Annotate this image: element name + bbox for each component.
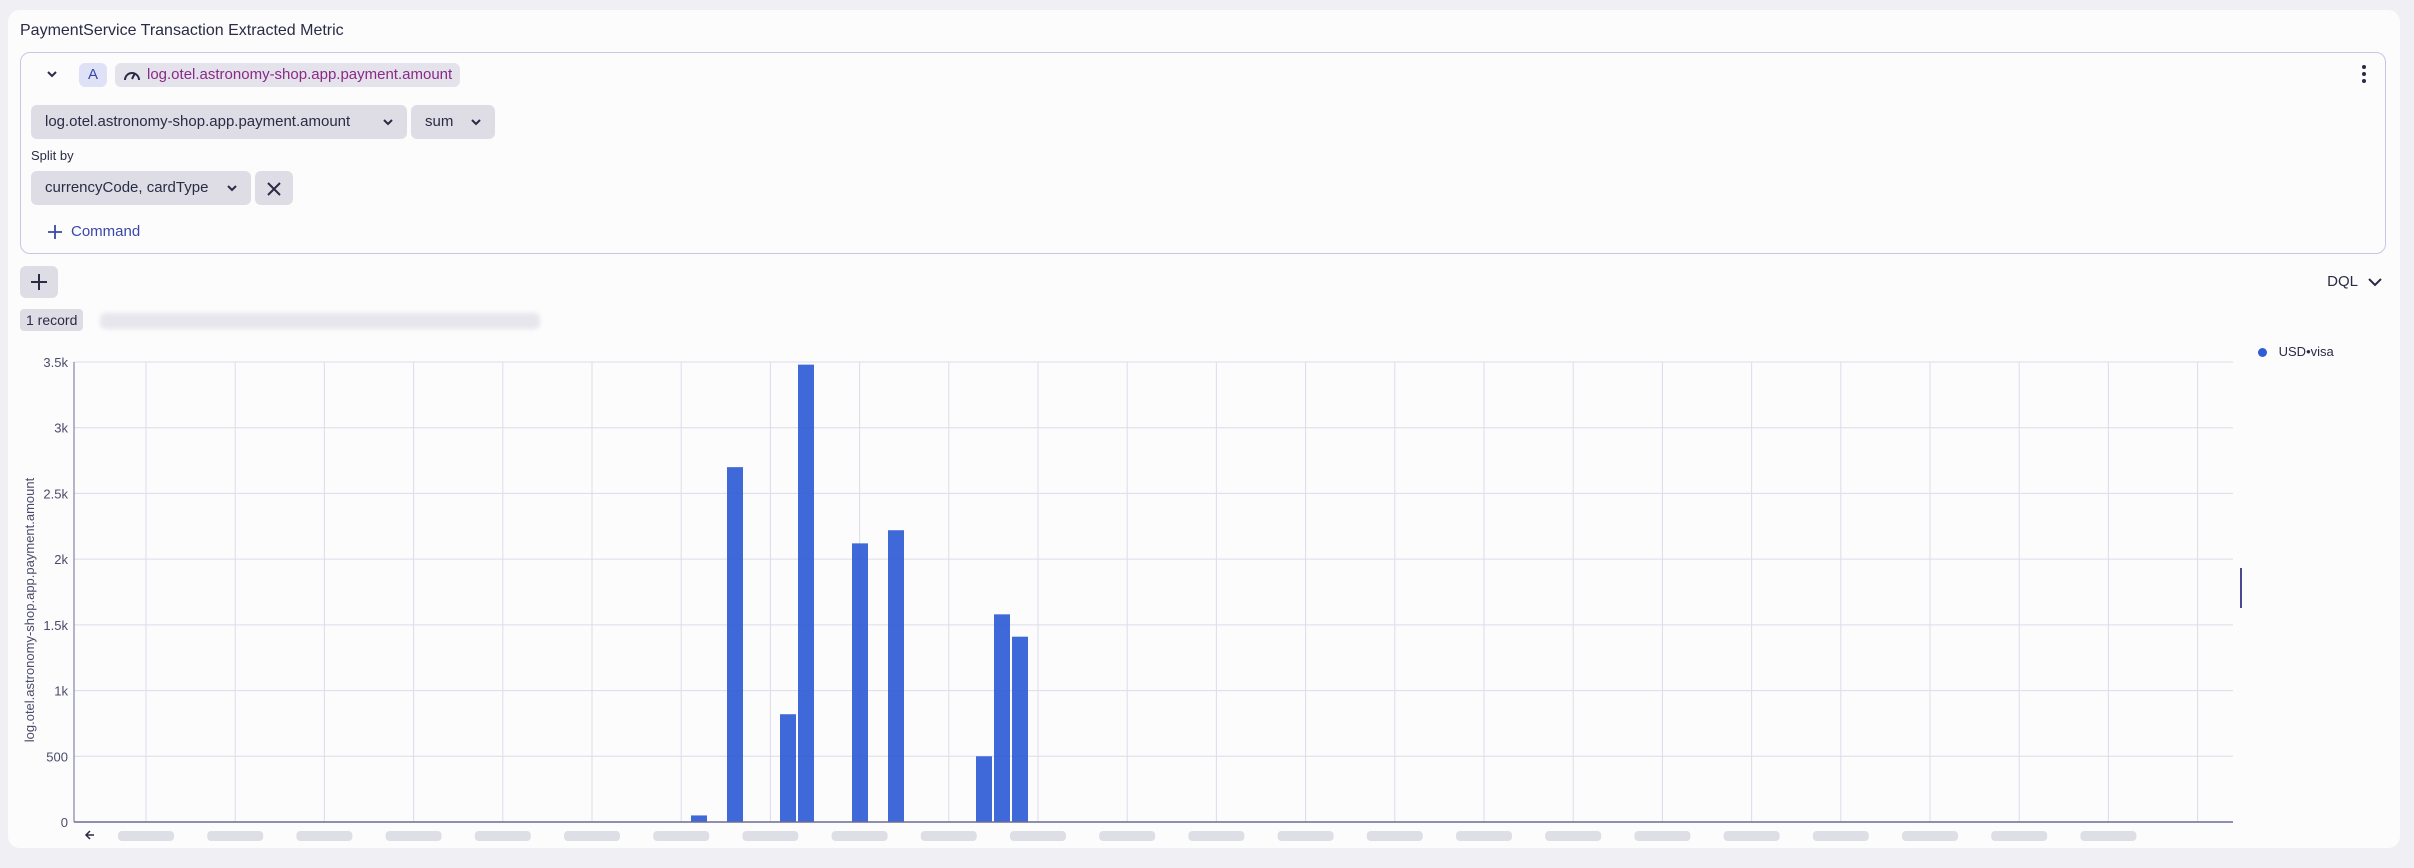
y-tick-label: 1.5k xyxy=(43,618,68,633)
add-query-button[interactable] xyxy=(20,266,58,298)
x-axis xyxy=(73,362,2233,841)
language-label: DQL xyxy=(2327,273,2358,290)
bar[interactable] xyxy=(1012,636,1028,822)
y-tick-label: 2.5k xyxy=(43,486,68,501)
x-tick-label-redacted xyxy=(118,831,174,841)
gauge-icon xyxy=(124,72,140,81)
x-tick-label-redacted xyxy=(207,831,264,841)
add-command-label: Command xyxy=(71,223,141,240)
x-tick-label-redacted xyxy=(2080,831,2137,841)
x-tick-label-redacted xyxy=(742,831,799,841)
x-tick-label-redacted xyxy=(1277,831,1334,841)
metric-pill-label: log.otel.astronomy-shop.app.payment.amou… xyxy=(147,66,453,83)
split-by-label: Split by xyxy=(31,148,74,163)
metric-select[interactable]: log.otel.astronomy-shop.app.payment.amou… xyxy=(31,105,407,139)
resize-handle[interactable] xyxy=(2240,568,2242,608)
bar[interactable] xyxy=(691,815,707,822)
aggregation-label: sum xyxy=(425,113,454,130)
x-tick-label-redacted xyxy=(920,831,977,841)
y-tick-label: 1k xyxy=(54,684,68,699)
chart-grid xyxy=(74,361,2233,823)
bar[interactable] xyxy=(994,614,1010,822)
metric-select-label: log.otel.astronomy-shop.app.payment.amou… xyxy=(45,113,351,130)
query-letter-badge: A xyxy=(79,63,107,87)
more-options-icon[interactable] xyxy=(2359,63,2369,85)
plus-icon xyxy=(31,274,47,290)
y-tick-label: 0 xyxy=(61,815,68,830)
bar[interactable] xyxy=(727,467,743,822)
blurred-query-text xyxy=(100,313,540,329)
chevron-down-icon xyxy=(383,119,393,126)
x-tick-label-redacted xyxy=(385,831,442,841)
y-axis-ticks: 0 500 1k 1.5k 2k 2.5k 3k 3.5k xyxy=(43,355,68,830)
bar[interactable] xyxy=(780,714,796,822)
query-card: A log.otel.astronomy-shop.app.payment.am… xyxy=(20,52,2386,254)
x-tick-label-redacted xyxy=(831,831,888,841)
x-tick-label-redacted xyxy=(474,831,531,841)
x-tick-label-redacted xyxy=(653,831,710,841)
chart-panel: PaymentService Transaction Extracted Met… xyxy=(8,10,2400,848)
language-dropdown[interactable]: DQL xyxy=(2327,273,2384,290)
split-by-value: currencyCode, cardType xyxy=(45,179,209,196)
x-tick-label-redacted xyxy=(1545,831,1602,841)
bar-chart: 0 500 1k 1.5k 2k 2.5k 3k 3.5k log.otel.astronom… xyxy=(22,355,2233,841)
x-tick-label-redacted xyxy=(1723,831,1780,841)
panel-title: PaymentService Transaction Extracted Met… xyxy=(20,22,344,39)
y-tick-label: 500 xyxy=(46,749,68,764)
split-by-select[interactable]: currencyCode, cardType xyxy=(31,171,251,205)
bar[interactable] xyxy=(888,530,904,822)
y-axis-label: log.otel.astronomy-shop.app.payment.amou… xyxy=(22,477,37,742)
x-tick-label-redacted xyxy=(1010,831,1066,841)
chevron-down-icon[interactable] xyxy=(43,65,61,83)
x-tick-label-redacted xyxy=(1099,831,1156,841)
legend-item[interactable]: USD•visa xyxy=(2258,344,2334,359)
bar[interactable] xyxy=(976,756,992,822)
chevron-down-icon xyxy=(2368,278,2382,287)
scroll-left-icon xyxy=(84,830,94,840)
x-tick-label-redacted xyxy=(1366,831,1423,841)
x-tick-label-redacted xyxy=(296,831,353,841)
x-tick-label-redacted xyxy=(1812,831,1869,841)
y-tick-label: 3.5k xyxy=(43,355,68,370)
clear-split-button[interactable] xyxy=(255,171,293,205)
legend-label: USD•visa xyxy=(2278,344,2334,359)
add-command-button[interactable]: Command xyxy=(47,221,140,243)
bar[interactable] xyxy=(798,364,814,822)
chevron-down-icon xyxy=(227,185,237,192)
aggregation-select[interactable]: sum xyxy=(411,105,495,139)
plus-icon xyxy=(48,225,62,239)
metric-pill[interactable]: log.otel.astronomy-shop.app.payment.amou… xyxy=(115,63,461,87)
chevron-down-icon xyxy=(471,119,481,126)
x-tick-label-redacted xyxy=(1902,831,1958,841)
y-tick-label: 2k xyxy=(54,552,68,567)
bar[interactable] xyxy=(852,543,868,822)
legend-swatch xyxy=(2258,348,2267,358)
x-tick-label-redacted xyxy=(1456,831,1512,841)
x-tick-label-redacted xyxy=(1188,831,1245,841)
x-tick-label-redacted xyxy=(1634,831,1691,841)
x-tick-label-redacted xyxy=(564,831,620,841)
record-count-badge: 1 record xyxy=(20,309,84,331)
close-icon xyxy=(267,182,281,196)
y-tick-label: 3k xyxy=(54,421,68,436)
x-tick-label-redacted xyxy=(1991,831,2048,841)
